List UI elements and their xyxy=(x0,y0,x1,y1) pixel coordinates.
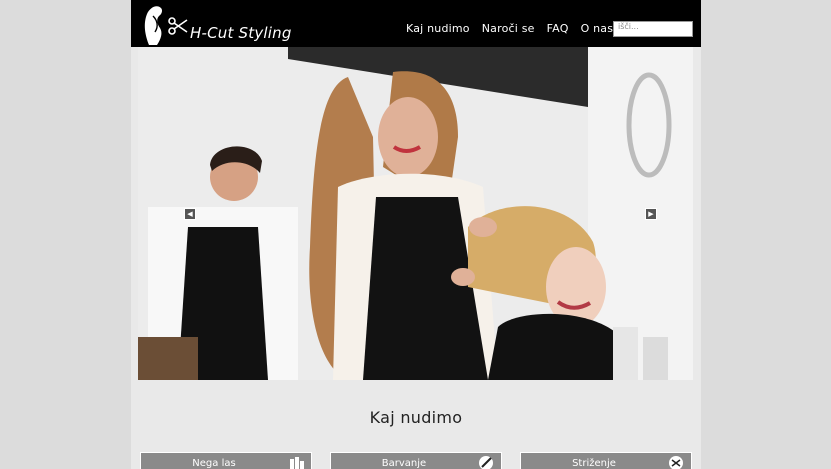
salon-photo-illustration xyxy=(138,47,693,380)
nav-item-o-nas[interactable]: O nas xyxy=(581,22,614,35)
service-card-label: Nega las xyxy=(192,458,236,469)
service-card-barvanje[interactable]: Barvanje xyxy=(330,452,502,469)
hero-image: ◀ ▶ xyxy=(138,47,693,380)
scissors-icon xyxy=(669,456,683,469)
hair-dye-brush-icon xyxy=(479,456,493,469)
header-bar: H-Cut Styling Kaj nudimo Naroči se FAQ O… xyxy=(131,0,701,47)
slider-next-arrow-icon[interactable]: ▶ xyxy=(645,208,657,220)
service-card-nega-las[interactable]: Nega las xyxy=(140,452,312,469)
search-input[interactable]: išči... xyxy=(613,21,693,37)
nav-item-kaj-nudimo[interactable]: Kaj nudimo xyxy=(406,22,470,35)
service-card-label: Striženje xyxy=(572,458,616,469)
slider-prev-arrow-icon[interactable]: ◀ xyxy=(184,208,196,220)
nav-item-faq[interactable]: FAQ xyxy=(547,22,569,35)
brand-name[interactable]: H-Cut Styling xyxy=(190,24,292,42)
service-card-label: Barvanje xyxy=(381,458,427,469)
page: H-Cut Styling Kaj nudimo Naroči se FAQ O… xyxy=(131,0,701,469)
hair-products-icon xyxy=(290,457,304,469)
service-card-strizenje[interactable]: Striženje xyxy=(520,452,692,469)
main-nav: Kaj nudimo Naroči se FAQ O nas xyxy=(406,22,613,35)
nav-item-narocise[interactable]: Naroči se xyxy=(482,22,535,35)
section-title: Kaj nudimo xyxy=(369,408,463,427)
